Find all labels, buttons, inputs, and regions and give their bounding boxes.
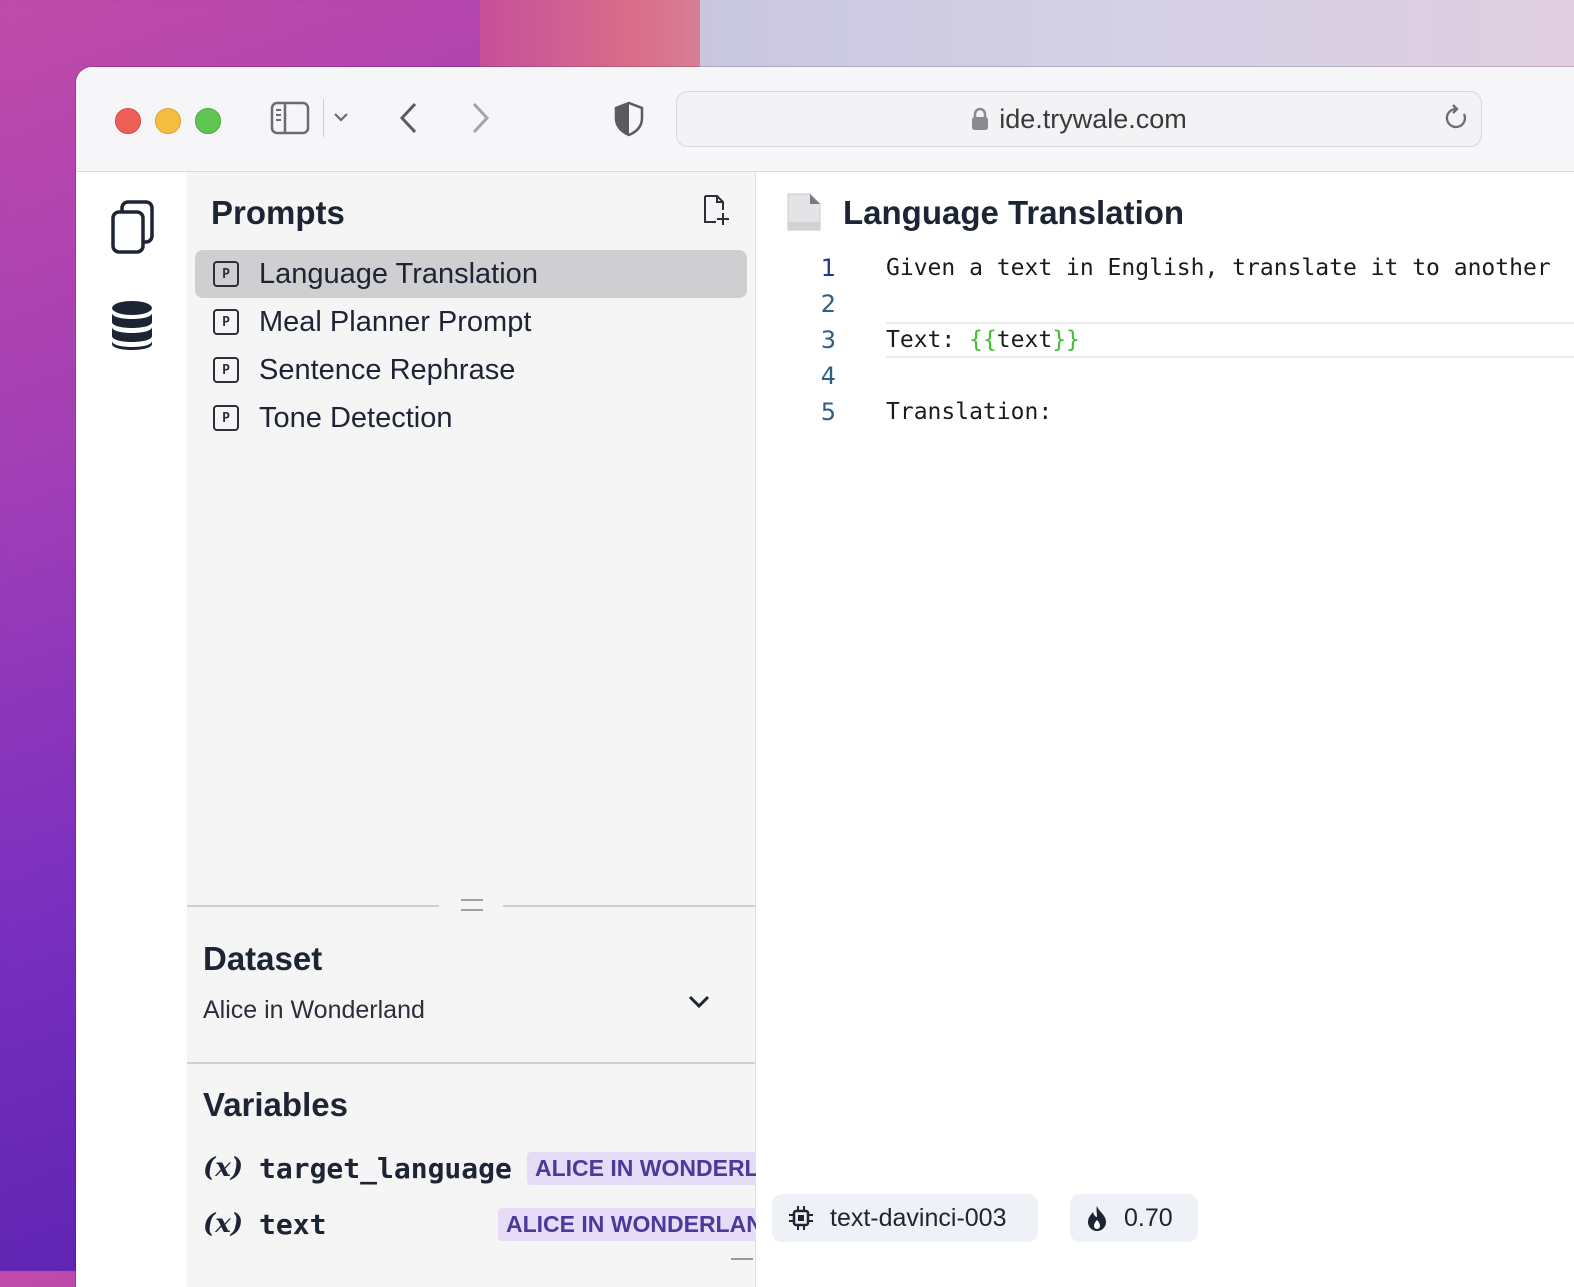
zoom-window-button[interactable] <box>195 108 221 134</box>
variable-value-badge[interactable]: ALICE IN WONDERLAND <box>527 1152 763 1185</box>
prompt-item-language-translation[interactable]: P Language Translation <box>195 250 747 298</box>
variable-icon: (x) <box>203 1209 244 1239</box>
code-line[interactable]: 2 <box>756 287 886 321</box>
chip-icon <box>788 1205 814 1231</box>
line-number: 4 <box>820 362 836 390</box>
section-divider <box>187 1062 755 1064</box>
prompt-file-icon: P <box>213 357 239 383</box>
privacy-shield-icon[interactable] <box>614 101 644 137</box>
divider-line <box>187 905 439 907</box>
variable-icon: (x) <box>203 1153 244 1183</box>
browser-window: ide.trywale.com Prompts P Language Trans… <box>76 67 1574 1287</box>
prompts-title: Prompts <box>211 194 345 231</box>
prompt-file-icon: P <box>213 405 239 431</box>
url-text: ide.trywale.com <box>999 103 1187 134</box>
prompt-item-label: Meal Planner Prompt <box>259 305 532 338</box>
dataset-select-value[interactable]: Alice in Wonderland <box>203 996 425 1025</box>
drag-grip-icon[interactable] <box>461 899 483 911</box>
prompt-file-icon: P <box>213 261 239 287</box>
prompt-item-label: Language Translation <box>259 257 538 290</box>
line-number: 2 <box>820 290 836 318</box>
chevron-down-icon[interactable] <box>332 111 350 123</box>
divider-line <box>503 905 755 907</box>
prompt-item-tone-detection[interactable]: P Tone Detection <box>195 394 747 442</box>
line-text: Translation: <box>886 399 1053 425</box>
activity-rail <box>76 172 188 1287</box>
minimize-window-button[interactable] <box>155 108 181 134</box>
prompts-copy-icon[interactable] <box>110 200 156 256</box>
back-arrow-icon[interactable] <box>398 101 420 135</box>
variables-title: Variables <box>203 1086 348 1123</box>
address-bar[interactable]: ide.trywale.com <box>676 91 1482 147</box>
template-variable: text <box>996 327 1053 353</box>
prompt-file-icon: P <box>213 309 239 335</box>
database-icon[interactable] <box>110 300 154 352</box>
temperature-value: 0.70 <box>1124 1203 1173 1232</box>
prompt-item-label: Sentence Rephrase <box>259 353 516 386</box>
lock-icon <box>971 107 989 131</box>
browser-titlebar: ide.trywale.com <box>76 67 1574 172</box>
code-line[interactable]: 5 Translation: <box>756 395 1052 429</box>
variable-value-badge[interactable]: ALICE IN WONDERLAND <box>498 1208 763 1241</box>
document-icon <box>786 192 822 237</box>
line-number: 3 <box>820 326 836 354</box>
line-number: 1 <box>820 254 836 282</box>
prompt-item-label: Tone Detection <box>259 401 453 434</box>
code-line[interactable]: 1 Given a text in English, translate it … <box>756 251 1551 285</box>
scroll-indicator <box>731 1258 753 1260</box>
line-prefix: Text: <box>886 327 970 353</box>
prompts-sidebar: Prompts P Language Translation P Meal Pl… <box>187 172 763 1287</box>
model-selector[interactable]: text-davinci-003 <box>772 1194 1038 1242</box>
editor-title: Language Translation <box>843 194 1185 231</box>
code-line[interactable]: 4 <box>756 359 886 393</box>
template-close-brace: }} <box>1052 327 1080 353</box>
reload-icon[interactable] <box>1443 104 1469 137</box>
variable-name: text <box>259 1207 327 1241</box>
line-number: 5 <box>820 398 836 426</box>
variable-name: target_language <box>259 1151 512 1185</box>
panel-resize-handle[interactable] <box>187 899 755 911</box>
prompt-item-sentence-rephrase[interactable]: P Sentence Rephrase <box>195 346 747 394</box>
dataset-title: Dataset <box>203 940 323 977</box>
flame-icon <box>1086 1204 1108 1232</box>
new-prompt-file-icon[interactable] <box>701 194 731 231</box>
prompt-editor: Language Translation 1 Given a text in E… <box>756 172 1574 1287</box>
line-text: Given a text in English, translate it to… <box>886 255 1551 281</box>
template-open-brace: {{ <box>969 327 997 353</box>
prompt-item-meal-planner[interactable]: P Meal Planner Prompt <box>195 298 747 346</box>
line-text: Text: {{text}} <box>886 327 1080 353</box>
temperature-selector[interactable]: 0.70 <box>1070 1194 1198 1242</box>
code-line[interactable]: 3 Text: {{text}} <box>756 323 1080 357</box>
sidebar-toggle-icon[interactable] <box>270 101 310 135</box>
close-window-button[interactable] <box>115 108 141 134</box>
toolbar-separator <box>323 99 324 137</box>
forward-arrow-icon[interactable] <box>469 101 491 135</box>
model-name: text-davinci-003 <box>830 1203 1007 1232</box>
dataset-chevron-down-icon[interactable] <box>687 994 711 1015</box>
prompt-list: P Language Translation P Meal Planner Pr… <box>195 250 747 442</box>
